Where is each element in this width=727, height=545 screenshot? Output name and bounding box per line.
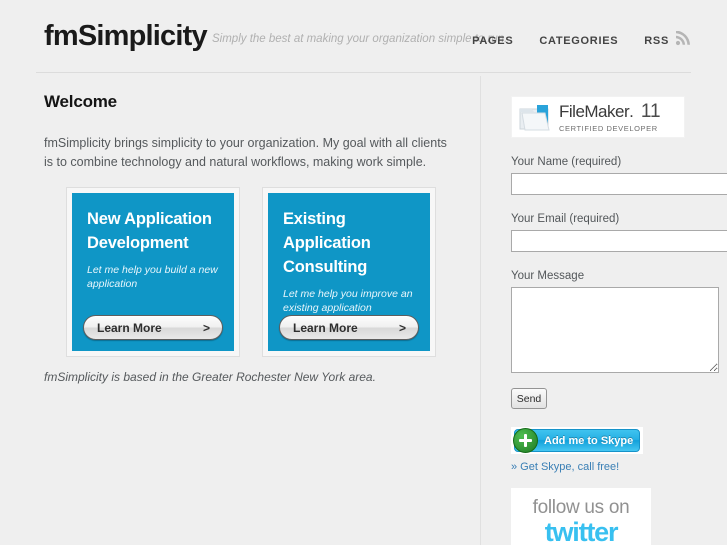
- twitter-line1: follow us on: [532, 497, 630, 518]
- send-button[interactable]: Send: [511, 388, 547, 409]
- column-divider: [480, 76, 481, 545]
- learn-more-button[interactable]: Learn More >: [83, 315, 223, 340]
- promo-card-existing-consulting[interactable]: Existing Application Consulting Let me h…: [262, 187, 436, 357]
- email-field-label: Your Email (required): [511, 213, 620, 225]
- nav-item-rss-label: RSS: [644, 35, 669, 47]
- filemaker-badge-text: FileMaker . 11 CERTIFIED DEVELOPER: [559, 101, 661, 133]
- get-skype-link[interactable]: » Get Skype, call free!: [511, 461, 727, 473]
- site-logo[interactable]: fmSimplicity: [44, 20, 208, 53]
- location-note: fmSimplicity is based in the Greater Roc…: [44, 370, 376, 384]
- nav-item-categories[interactable]: CATEGORIES: [539, 35, 618, 47]
- filemaker-certification: CERTIFIED DEVELOPER: [559, 124, 658, 133]
- twitter-line2: twitter: [544, 517, 619, 545]
- filemaker-version: 11: [640, 101, 661, 122]
- add-me-to-skype-button[interactable]: Add me to Skype: [513, 428, 640, 453]
- learn-more-label: Learn More: [97, 320, 162, 335]
- main-content: Welcome fmSimplicity brings simplicity t…: [44, 92, 464, 198]
- folder-icon: [518, 102, 552, 132]
- email-input[interactable]: [511, 230, 727, 252]
- rss-icon: [675, 30, 691, 51]
- main-navigation: PAGES CATEGORIES RSS: [446, 30, 691, 51]
- name-field-label: Your Name (required): [511, 156, 622, 168]
- learn-more-label: Learn More: [293, 320, 358, 335]
- filemaker-name: FileMaker: [559, 102, 630, 121]
- site-header: fmSimplicity Simply the best at making y…: [0, 0, 727, 73]
- page-root: fmSimplicity Simply the best at making y…: [0, 0, 727, 545]
- header-divider: [36, 72, 691, 73]
- skype-button-label: Add me to Skype: [544, 434, 634, 447]
- filemaker-dot: .: [629, 102, 634, 121]
- learn-more-button[interactable]: Learn More >: [279, 315, 419, 340]
- promo-card-body: Existing Application Consulting Let me h…: [268, 193, 430, 351]
- chevron-right-icon: >: [202, 320, 210, 335]
- message-field-label: Your Message: [511, 270, 585, 282]
- promo-cards: New Application Development Let me help …: [66, 187, 436, 357]
- twitter-follow-badge[interactable]: follow us on twitter: [511, 488, 651, 545]
- sidebar: FileMaker . 11 CERTIFIED DEVELOPER Your …: [511, 96, 727, 545]
- promo-card-subtitle: Let me help you improve an existing appl…: [283, 288, 413, 314]
- page-title: Welcome: [44, 92, 117, 111]
- name-input[interactable]: [511, 173, 727, 195]
- filemaker-certified-badge: FileMaker . 11 CERTIFIED DEVELOPER: [511, 96, 685, 138]
- intro-paragraph: fmSimplicity brings simplicity to your o…: [44, 136, 447, 169]
- promo-card-subtitle: Let me help you build a new application: [87, 264, 218, 290]
- promo-card-new-development[interactable]: New Application Development Let me help …: [66, 187, 240, 357]
- promo-card-title: Existing Application Consulting: [283, 210, 371, 276]
- plus-icon: [513, 428, 538, 453]
- skype-badge: Add me to Skype: [511, 427, 643, 454]
- promo-card-body: New Application Development Let me help …: [72, 193, 234, 351]
- message-textarea[interactable]: [511, 287, 719, 373]
- chevron-right-icon: >: [398, 320, 406, 335]
- nav-item-rss[interactable]: RSS: [644, 30, 691, 51]
- nav-item-pages[interactable]: PAGES: [472, 35, 513, 47]
- promo-card-title: New Application Development: [87, 210, 212, 252]
